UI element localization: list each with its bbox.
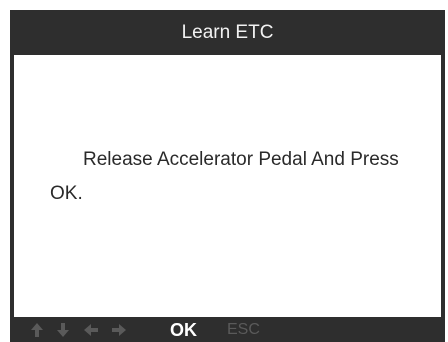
instruction-message: Release Accelerator Pedal And Press OK. bbox=[50, 149, 399, 204]
esc-key[interactable]: ESC bbox=[227, 320, 260, 340]
screen-title: Learn ETC bbox=[181, 22, 274, 43]
arrow-up-icon[interactable] bbox=[28, 321, 46, 339]
arrow-right-icon[interactable] bbox=[110, 321, 128, 339]
ok-key[interactable]: OK bbox=[170, 319, 197, 341]
title-bar: Learn ETC bbox=[10, 10, 445, 55]
arrow-left-icon[interactable] bbox=[82, 321, 100, 339]
message-area: Release Accelerator Pedal And Press OK. bbox=[14, 55, 441, 317]
scanner-screen: Learn ETC Release Accelerator Pedal And … bbox=[10, 10, 445, 342]
key-hint-bar: OK ESC bbox=[10, 317, 445, 342]
arrow-down-icon[interactable] bbox=[54, 321, 72, 339]
